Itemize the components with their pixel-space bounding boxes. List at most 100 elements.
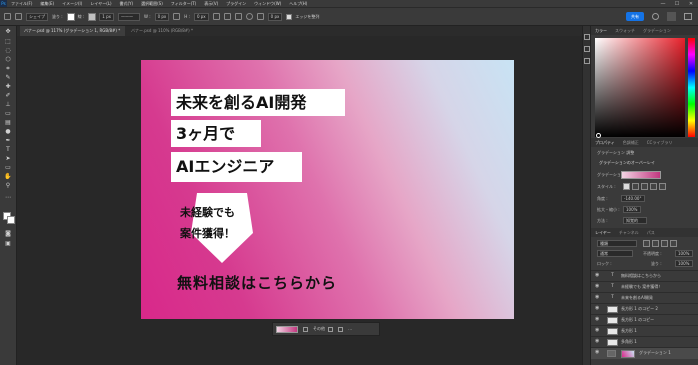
filter-pixel-icon[interactable] — [643, 240, 650, 247]
tab-properties[interactable]: プロパティ — [591, 140, 619, 146]
lasso-tool-icon[interactable]: ◌ — [4, 47, 12, 54]
scale-input[interactable]: 100% — [623, 206, 641, 213]
eye-icon[interactable]: ◉ — [595, 272, 599, 278]
eye-icon[interactable]: ◉ — [595, 349, 599, 355]
tab-layers[interactable]: レイヤー — [591, 230, 615, 236]
stroke-type-select[interactable]: ——— — [117, 12, 140, 21]
shape-tool-icon[interactable] — [15, 13, 22, 20]
layer-row[interactable]: ◉ T 未経験でも 案件獲得！ — [591, 281, 698, 291]
path-align-icon[interactable] — [223, 13, 231, 20]
quick-mask-icon[interactable]: ◙ — [4, 230, 12, 237]
more-tools-icon[interactable]: ⋯ — [4, 194, 12, 201]
eye-icon[interactable]: ◉ — [595, 327, 599, 333]
tab-paths[interactable]: パス — [643, 230, 659, 236]
workspace-icon[interactable] — [667, 12, 676, 21]
object-select-tool-icon[interactable]: ⬡ — [4, 56, 12, 63]
overflow-menu-icon[interactable]: ⋯ — [348, 327, 352, 332]
path-select-tool-icon[interactable]: ➤ — [4, 155, 12, 162]
eyedropper-tool-icon[interactable]: ✎ — [4, 74, 12, 81]
tab-document-2[interactable]: バナー.psd @ 110% (RGB/8#) * — [127, 26, 232, 36]
eye-icon[interactable]: ◉ — [595, 338, 599, 344]
crop-tool-icon[interactable]: ⌗ — [4, 65, 12, 72]
mask-icon[interactable] — [338, 326, 343, 332]
layer-row[interactable]: ◉ 長方形 1 のコピー 2 — [591, 303, 698, 313]
hue-slider[interactable] — [688, 38, 695, 137]
screen-mode-icon[interactable]: ▣ — [4, 240, 12, 247]
filter-type-icon[interactable] — [661, 240, 668, 247]
tab-cc-libraries[interactable]: CCライブラリ — [643, 140, 677, 146]
menu-image[interactable]: イメージ(I) — [58, 1, 86, 7]
layer-row[interactable]: ◉ 長方形 1 のコピー — [591, 314, 698, 324]
adjust-icon[interactable] — [328, 326, 333, 332]
tab-adjustments[interactable]: 色調補正 — [619, 140, 643, 146]
menu-view[interactable]: 表示(V) — [200, 1, 222, 7]
style-angle-button[interactable] — [641, 183, 648, 190]
tab-active-document[interactable]: バナー.psd @ 117% (グラデーション 1, RGB/8#) * — [20, 26, 125, 36]
document-canvas[interactable]: 未来を創るAI開発 3ヶ月で AIエンジニア 未経験でも 案件獲得！ 無料相談は… — [141, 60, 514, 319]
gradient-preview[interactable] — [276, 325, 298, 333]
layer-row-selected[interactable]: ◉ グラデーション 1 — [591, 347, 698, 359]
blend-mode-select[interactable]: 通常 — [597, 250, 633, 257]
layer-filter-kind[interactable]: 種類 — [597, 240, 637, 247]
menu-file[interactable]: ファイル(F) — [7, 1, 36, 7]
menu-type[interactable]: 書式(Y) — [116, 1, 138, 7]
filter-shape-icon[interactable] — [670, 240, 677, 247]
brush-tool-icon[interactable]: ✐ — [4, 92, 12, 99]
maximize-button[interactable]: ☐ — [670, 1, 684, 7]
gradient-style-icon[interactable] — [303, 326, 308, 332]
eye-icon[interactable]: ◉ — [595, 283, 599, 289]
angle-input[interactable]: -140.00° — [621, 195, 645, 202]
menu-plugins[interactable]: プラグイン — [222, 1, 250, 7]
healing-brush-tool-icon[interactable]: ✚ — [4, 83, 12, 90]
color-picker-field[interactable] — [595, 38, 685, 138]
home-icon[interactable] — [4, 13, 11, 20]
layer-row[interactable]: ◉ 長方形 1 — [591, 325, 698, 335]
tab-channels[interactable]: チャンネル — [615, 230, 643, 236]
search-icon[interactable] — [652, 13, 659, 20]
style-reflected-button[interactable] — [650, 183, 657, 190]
share-button[interactable]: 共有 — [626, 12, 644, 21]
marquee-tool-icon[interactable]: ⬚ — [4, 38, 12, 45]
tab-gradients[interactable]: グラデーション — [639, 28, 675, 34]
fill-swatch[interactable] — [66, 12, 75, 21]
layer-row[interactable]: ◉ 多角形 1 — [591, 336, 698, 346]
style-linear-button[interactable] — [623, 183, 630, 190]
path-arrange-icon[interactable] — [234, 13, 242, 20]
dodge-tool-icon[interactable]: ● — [4, 128, 12, 135]
stroke-width-input[interactable]: 1 px — [99, 12, 114, 21]
align-edges-checkbox[interactable] — [286, 13, 293, 20]
zoom-tool-icon[interactable]: ⚲ — [4, 182, 12, 189]
corner-radius-input[interactable]: 0 px — [267, 12, 283, 21]
menu-layer[interactable]: レイヤー(L) — [86, 1, 115, 7]
eye-icon[interactable]: ◉ — [595, 294, 599, 300]
style-radial-button[interactable] — [632, 183, 639, 190]
opacity-input[interactable]: 100% — [675, 250, 693, 257]
hand-tool-icon[interactable]: ✋ — [4, 173, 12, 180]
menu-edit[interactable]: 編集(E) — [36, 1, 58, 7]
close-button[interactable]: ✕ — [684, 1, 698, 7]
fill-input[interactable]: 100% — [675, 260, 693, 267]
rectangle-tool-icon[interactable]: ▭ — [4, 164, 12, 171]
menu-select[interactable]: 選択範囲(S) — [137, 1, 167, 7]
stroke-swatch[interactable] — [88, 12, 97, 21]
minimize-button[interactable]: — — [656, 1, 670, 7]
pen-tool-icon[interactable]: ✒ — [4, 137, 12, 144]
menu-window[interactable]: ウィンドウ(W) — [250, 1, 285, 7]
style-diamond-button[interactable] — [659, 183, 666, 190]
layer-row[interactable]: ◉ T 無料相談はこちらから — [591, 270, 698, 280]
gradient-tool-icon[interactable]: ▤ — [4, 119, 12, 126]
path-ops-icon[interactable] — [212, 13, 220, 20]
gear-icon[interactable] — [245, 13, 253, 20]
height-input[interactable]: 0 px — [193, 12, 209, 21]
menu-help[interactable]: ヘルプ(H) — [285, 1, 311, 7]
link-icon[interactable] — [173, 13, 181, 20]
mode-select[interactable]: シェイプ — [26, 12, 48, 21]
type-tool-icon[interactable]: T — [4, 146, 12, 153]
filter-adjust-icon[interactable] — [652, 240, 659, 247]
move-tool-icon[interactable]: ✥ — [4, 28, 12, 35]
tab-swatches[interactable]: スウォッチ — [611, 28, 639, 34]
eye-icon[interactable]: ◉ — [595, 305, 599, 311]
tab-color[interactable]: カラー — [591, 28, 611, 34]
panel-toggle-icon[interactable] — [684, 13, 692, 20]
width-input[interactable]: 0 px — [154, 12, 170, 21]
